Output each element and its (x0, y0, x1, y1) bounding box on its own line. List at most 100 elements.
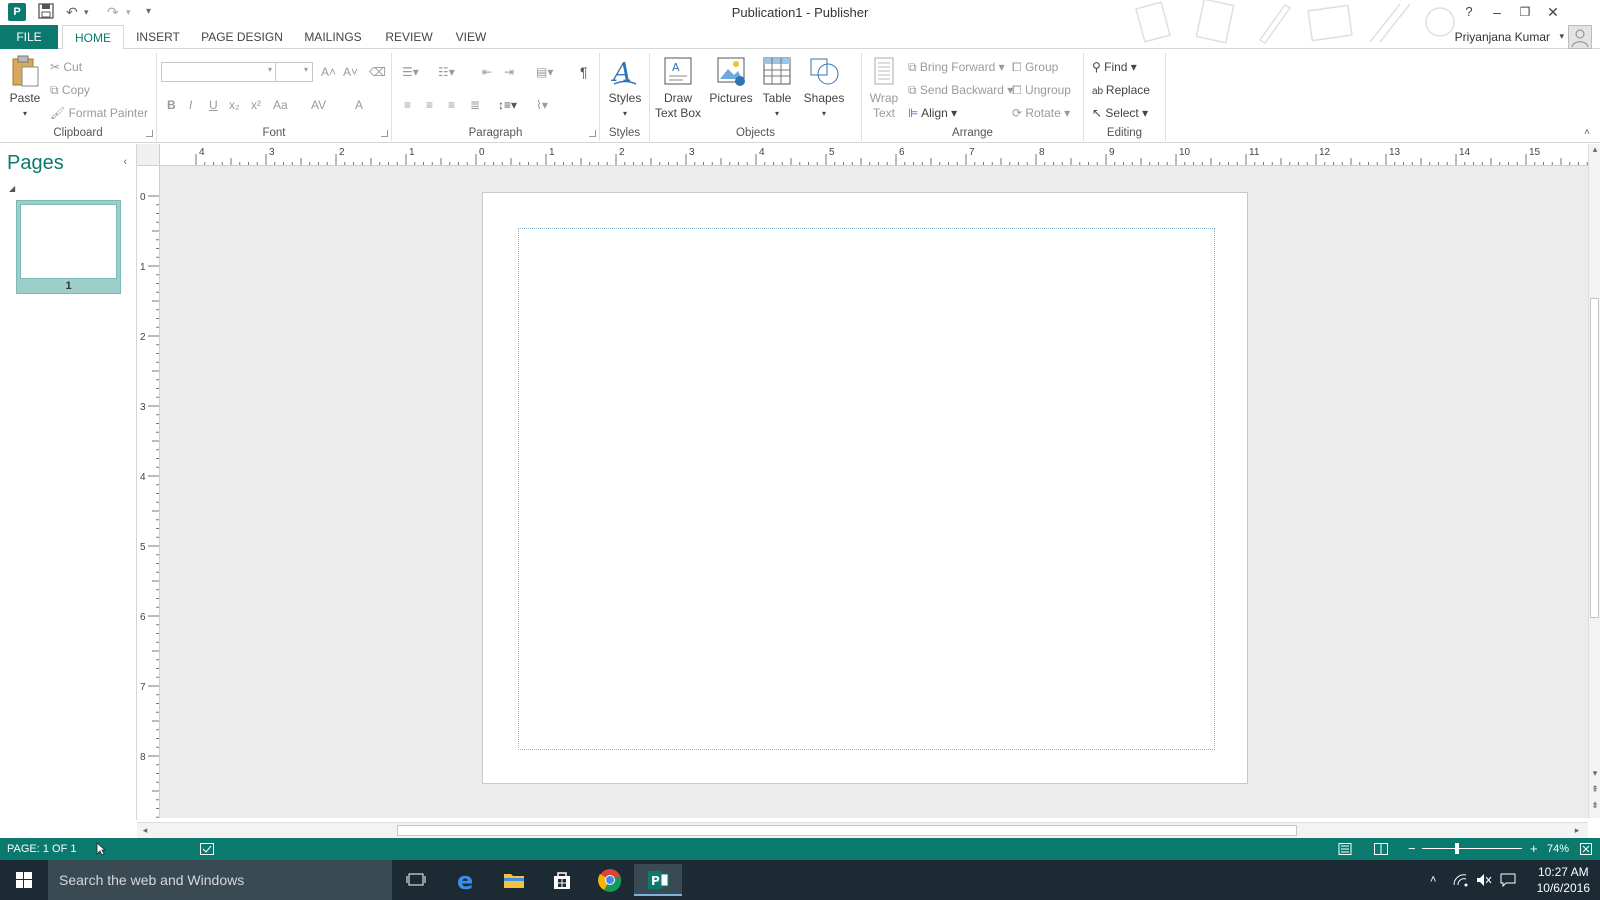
show-hidden-icons-icon[interactable]: ˄ (1430, 860, 1436, 900)
show-marks-button[interactable]: ¶ (580, 62, 588, 82)
tab-review[interactable]: REVIEW (378, 25, 440, 49)
format-painter-button[interactable]: 🖌 Format Painter (50, 103, 148, 123)
paragraph-dialog-launcher-icon[interactable] (589, 130, 596, 137)
replace-button[interactable]: ab Replace (1092, 80, 1150, 100)
bold-button[interactable]: B (167, 95, 176, 115)
font-name-combobox[interactable]: ▾ (161, 62, 277, 82)
section-expander-icon[interactable]: ◢ (9, 184, 15, 193)
system-clock[interactable]: 10:27 AM 10/6/2016 (1537, 864, 1590, 896)
ruler-corner[interactable] (137, 144, 160, 166)
workspace-canvas[interactable] (160, 166, 1588, 818)
ungroup-button[interactable]: ⧠ Ungroup (1012, 80, 1071, 100)
tab-mailings[interactable]: MAILINGS (296, 25, 370, 49)
clipboard-dialog-launcher-icon[interactable] (146, 130, 153, 137)
scroll-left-icon[interactable]: ◂ (139, 825, 151, 836)
scroll-down-icon[interactable]: ▾ (1589, 768, 1600, 779)
draw-text-box-button[interactable]: A Draw Text Box (654, 55, 702, 121)
task-view-icon[interactable] (392, 864, 440, 896)
group-button[interactable]: ⧠ Group (1012, 57, 1058, 77)
single-page-view-icon[interactable] (1338, 838, 1352, 860)
close-button[interactable]: ✕ (1542, 2, 1564, 22)
tab-insert[interactable]: INSERT (130, 25, 186, 49)
subscript-button[interactable]: x₂ (229, 95, 240, 115)
rotate-button[interactable]: ⟳ Rotate ▾ (1012, 103, 1070, 123)
horizontal-scroll-thumb[interactable] (397, 825, 1297, 836)
fit-page-icon[interactable] (1580, 838, 1592, 860)
align-right-icon[interactable]: ≡ (448, 95, 455, 115)
character-spacing-button[interactable]: AV (311, 95, 326, 115)
zoom-slider-thumb[interactable] (1455, 843, 1459, 854)
tab-home[interactable]: HOME (62, 25, 124, 50)
wrap-text-button[interactable]: Wrap Text (864, 55, 904, 121)
horizontal-scrollbar[interactable]: ◂ ▸ (137, 822, 1588, 838)
volume-muted-icon[interactable] (1476, 860, 1492, 900)
find-button[interactable]: ⚲ Find ▾ (1092, 57, 1137, 77)
send-backward-button[interactable]: ⧉ Send Backward ▾ (908, 80, 1013, 100)
grow-font-button[interactable]: A˄ (321, 62, 336, 82)
italic-button[interactable]: I (189, 95, 192, 115)
scroll-right-icon[interactable]: ▸ (1571, 825, 1583, 836)
increase-indent-icon[interactable]: ⇥ (504, 62, 514, 82)
help-button[interactable]: ? (1458, 2, 1480, 22)
two-page-view-icon[interactable] (1374, 838, 1388, 860)
shapes-button[interactable]: Shapes ▾ (800, 55, 848, 121)
chrome-icon[interactable] (586, 864, 634, 896)
pictures-button[interactable]: Pictures (706, 55, 756, 106)
numbering-icon[interactable]: ☷▾ (438, 62, 455, 82)
zoom-level[interactable]: 74% (1547, 838, 1569, 860)
zoom-slider[interactable] (1422, 848, 1522, 849)
align-center-icon[interactable]: ≡ (426, 95, 433, 115)
underline-button[interactable]: U (209, 95, 218, 115)
vertical-ruler[interactable]: 0 1 2 3 4 5 6 7 8 (137, 166, 160, 818)
align-left-icon[interactable]: ≡ (404, 95, 411, 115)
bring-forward-button[interactable]: ⧉ Bring Forward ▾ (908, 57, 1005, 77)
columns-icon[interactable]: ▤▾ (536, 62, 553, 82)
zoom-out-icon[interactable]: − (1408, 838, 1416, 860)
change-case-button[interactable]: Aa (273, 95, 288, 115)
horizontal-ruler[interactable]: 4 3 2 1 0 1 2 3 4 5 6 7 8 9 10 11 12 13 14 15 (160, 144, 1588, 166)
select-button[interactable]: ↖ Select ▾ (1092, 103, 1148, 123)
edge-browser-icon[interactable]: e (442, 864, 490, 896)
scroll-up-icon[interactable]: ▴ (1589, 144, 1600, 155)
collapse-pane-icon[interactable]: ‹ (123, 156, 127, 168)
taskbar-search-box[interactable]: Search the web and Windows (48, 860, 392, 900)
page-thumbnail[interactable]: 1 (16, 200, 121, 294)
shrink-font-button[interactable]: A˅ (343, 62, 358, 82)
copy-button[interactable]: ⧉ Copy (50, 80, 90, 100)
user-account-name[interactable]: Priyanjana Kumar (1455, 30, 1550, 44)
publisher-taskbar-icon[interactable]: P (634, 864, 682, 896)
align-button[interactable]: ⊫ Align ▾ (908, 103, 957, 123)
tab-view[interactable]: VIEW (448, 25, 494, 49)
collapse-ribbon-icon[interactable]: ˄ (1584, 127, 1590, 138)
publication-page[interactable] (482, 192, 1248, 784)
avatar[interactable] (1568, 25, 1592, 49)
superscript-button[interactable]: x² (251, 95, 261, 115)
paragraph-shading-icon[interactable]: ⌇▾ (536, 95, 548, 115)
network-icon[interactable] (1452, 860, 1468, 900)
clear-formatting-icon[interactable]: ⌫ (369, 62, 386, 82)
justify-icon[interactable]: ≣ (470, 95, 480, 115)
spelling-check-icon[interactable] (200, 838, 214, 860)
start-button[interactable] (0, 860, 48, 900)
styles-button[interactable]: A Styles ▾ (604, 55, 646, 121)
page-indicator[interactable]: PAGE: 1 OF 1 (7, 838, 77, 860)
next-page-icon[interactable]: ⇟ (1589, 800, 1600, 811)
font-color-button[interactable]: A (355, 95, 363, 115)
font-dialog-launcher-icon[interactable] (381, 130, 388, 137)
zoom-in-icon[interactable]: + (1530, 838, 1538, 860)
tab-file[interactable]: FILE (0, 25, 58, 49)
decrease-indent-icon[interactable]: ⇤ (482, 62, 492, 82)
paste-button[interactable]: Paste ▾ (6, 55, 44, 121)
vertical-scrollbar[interactable]: ▴ ▾ ⇞ ⇟ (1588, 144, 1600, 818)
cut-button[interactable]: ✂ Cut (50, 57, 82, 77)
table-button[interactable]: Table ▾ (756, 55, 798, 121)
line-spacing-icon[interactable]: ↕≡▾ (498, 95, 517, 115)
bullets-icon[interactable]: ☰▾ (402, 62, 419, 82)
file-explorer-icon[interactable] (490, 864, 538, 896)
vertical-scroll-thumb[interactable] (1590, 298, 1599, 618)
action-center-icon[interactable] (1500, 860, 1516, 900)
store-icon[interactable] (538, 864, 586, 896)
previous-page-icon[interactable]: ⇞ (1589, 784, 1600, 795)
account-dropdown-icon[interactable]: ▾ (1559, 31, 1564, 42)
tab-page-design[interactable]: PAGE DESIGN (196, 25, 288, 49)
